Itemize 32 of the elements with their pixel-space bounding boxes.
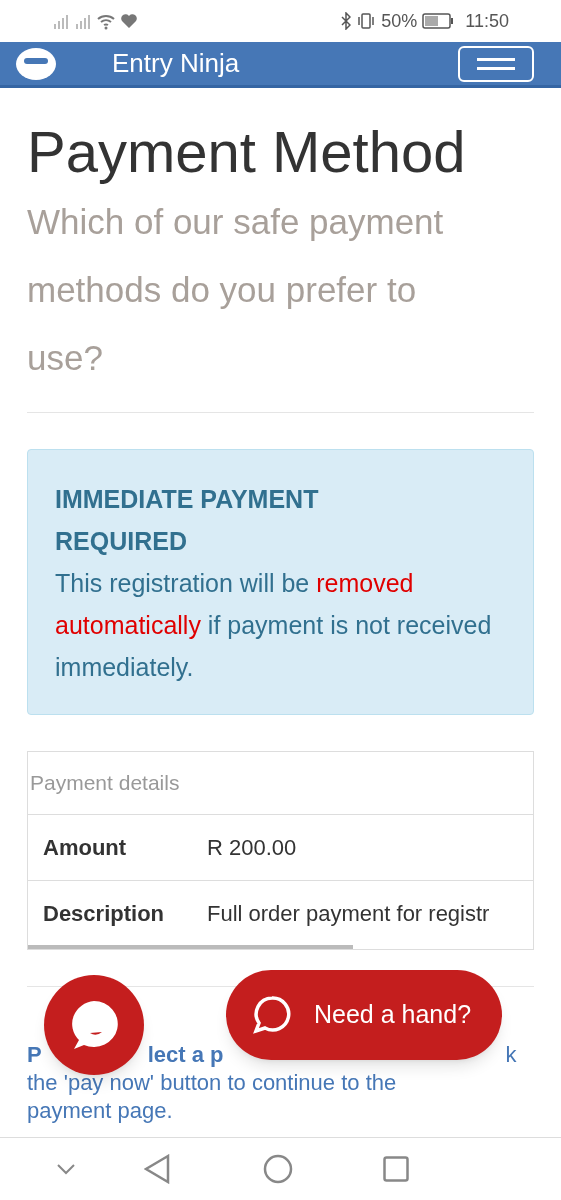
need-a-hand-button[interactable]: Need a hand? [226, 970, 502, 1060]
logo-icon [14, 45, 58, 82]
recents-icon[interactable] [383, 1156, 409, 1182]
instruction-fragment: lect a p [147, 1041, 224, 1069]
table-cell-text: R 200.00 [206, 834, 297, 862]
vibrate-icon [356, 12, 377, 30]
heart-icon [120, 13, 138, 29]
home-icon[interactable] [263, 1154, 293, 1184]
table-cell-text: Amount [42, 834, 128, 862]
battery-icon [422, 13, 455, 29]
bluetooth-icon [341, 12, 352, 30]
alert-heading: IMMEDIATE PAYMENT REQUIRED [55, 484, 320, 557]
wifi-icon [96, 12, 116, 30]
chevron-down-icon[interactable] [56, 1163, 76, 1175]
battery-percent: 50% [381, 9, 418, 33]
speech-bubble-icon [252, 995, 292, 1035]
page-subtitle: Which of our safe payment methods do you prefer to use? [27, 201, 445, 379]
instruction-fragment: k [505, 1041, 517, 1069]
instruction-text: the 'pay now' button to continue to the [27, 1069, 398, 1097]
table-cell-text: Full order payment for registr [206, 899, 490, 928]
menu-button[interactable] [458, 45, 534, 82]
instruction-fragment: P [27, 1041, 42, 1069]
scrollbar[interactable] [28, 945, 353, 949]
instruction-text: payment page. [27, 1097, 174, 1125]
table-caption: Payment details [28, 752, 533, 815]
signal-icon [52, 12, 92, 30]
page-title: Payment Method [27, 118, 467, 186]
brand-name: Entry Ninja [112, 47, 240, 80]
table-cell-text: Description [42, 899, 166, 928]
alert-message: This registration will be removed automatically if payment is not received immediately. [55, 568, 493, 683]
clock-time: 11:50 [465, 9, 509, 33]
back-icon[interactable] [144, 1154, 170, 1184]
